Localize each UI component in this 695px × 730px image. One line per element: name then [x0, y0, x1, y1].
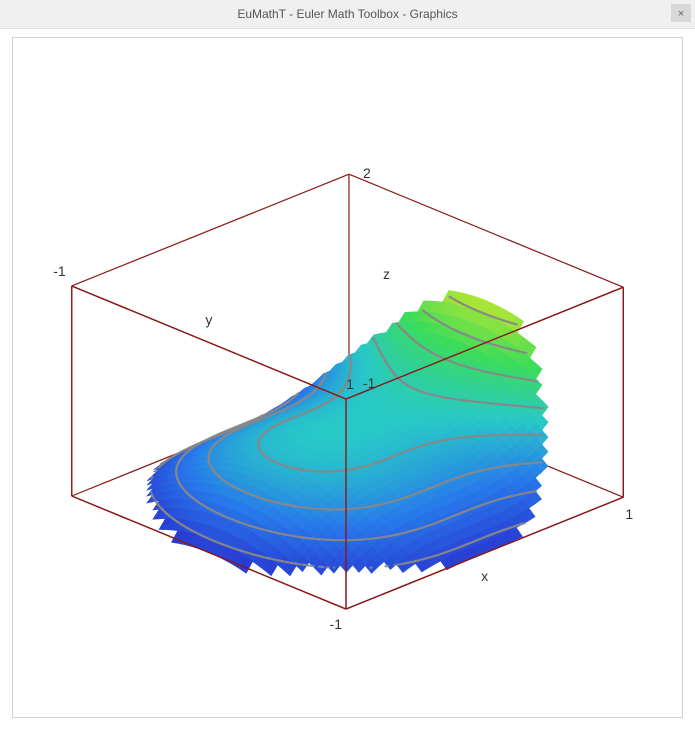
svg-text:x: x — [481, 568, 488, 584]
window-title: EuMathT - Euler Math Toolbox - Graphics — [237, 7, 457, 21]
svg-text:y: y — [205, 312, 212, 328]
graphics-area[interactable]: y -1 1 x -1 1 z -1 2 — [0, 29, 695, 730]
svg-text:2: 2 — [363, 165, 371, 181]
surface-plot: y -1 1 x -1 1 z -1 2 — [13, 38, 682, 718]
svg-text:1: 1 — [346, 376, 354, 392]
close-button[interactable]: × — [671, 4, 691, 22]
plot-frame: y -1 1 x -1 1 z -1 2 — [12, 37, 683, 718]
svg-text:-1: -1 — [53, 263, 66, 279]
svg-text:-1: -1 — [363, 375, 376, 391]
titlebar: EuMathT - Euler Math Toolbox - Graphics … — [0, 0, 695, 29]
svg-text:1: 1 — [625, 506, 633, 522]
app-window: EuMathT - Euler Math Toolbox - Graphics … — [0, 0, 695, 730]
svg-text:-1: -1 — [330, 616, 343, 632]
svg-text:z: z — [383, 266, 390, 282]
